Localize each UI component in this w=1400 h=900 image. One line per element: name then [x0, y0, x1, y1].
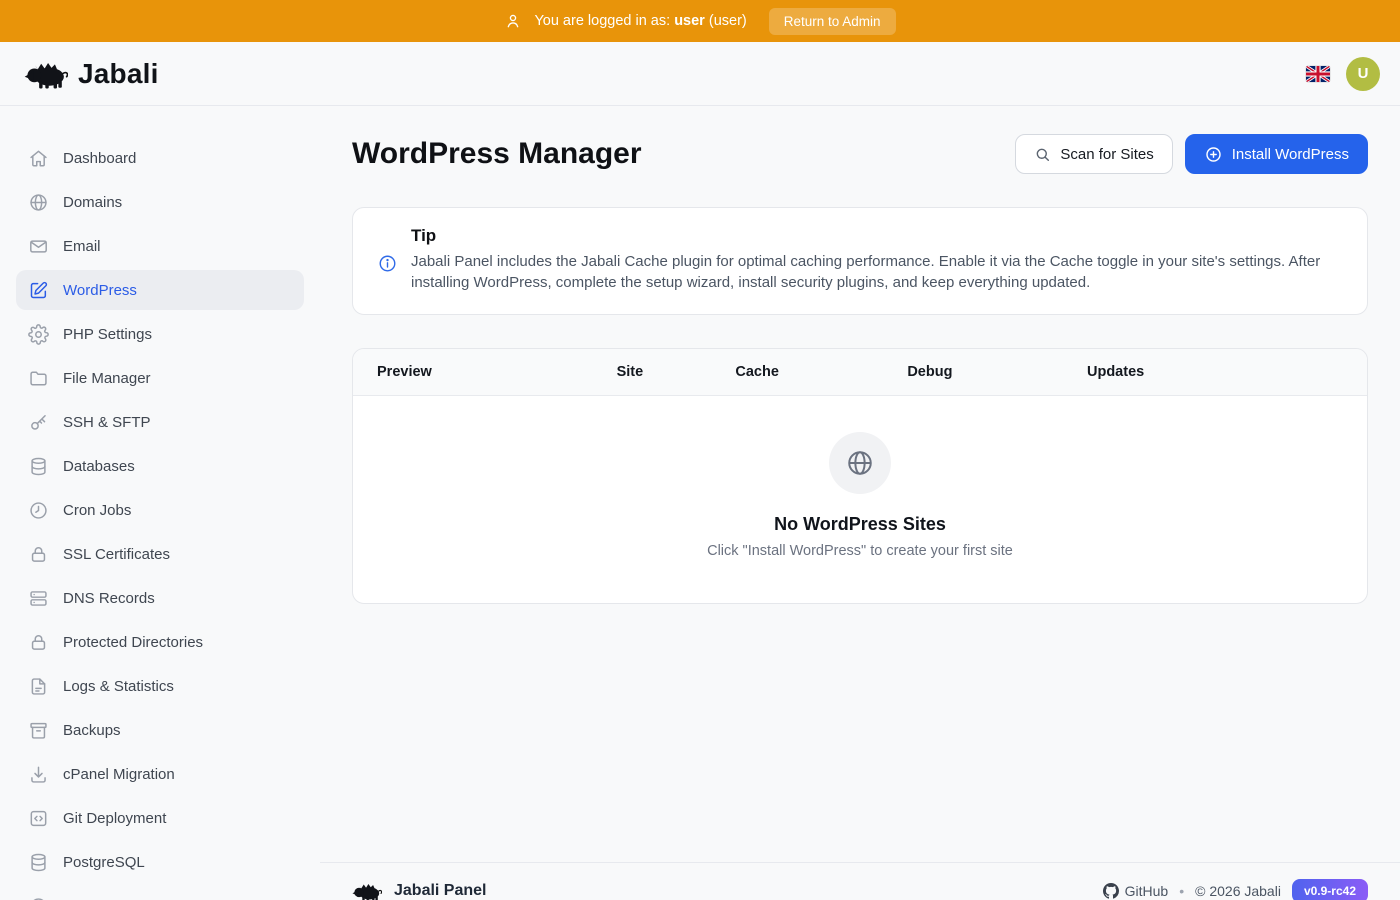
sidebar-item-partial[interactable] [16, 886, 304, 900]
scan-for-sites-button[interactable]: Scan for Sites [1015, 134, 1172, 174]
sidebar-item-php-settings[interactable]: PHP Settings [16, 314, 304, 354]
circle-icon [28, 896, 49, 900]
brand-name: Jabali [78, 58, 159, 90]
sidebar-item-file-manager[interactable]: File Manager [16, 358, 304, 398]
user-icon [504, 12, 522, 30]
version-badge: v0.9-rc42 [1292, 879, 1368, 900]
sidebar-item-cpanel-migration[interactable]: cPanel Migration [16, 754, 304, 794]
globe-icon [829, 432, 891, 494]
column-header-cache: Cache [735, 364, 907, 380]
sidebar-item-protected-directories[interactable]: Protected Directories [16, 622, 304, 662]
sidebar-item-label: SSH & SFTP [63, 414, 151, 431]
mail-icon [28, 236, 49, 257]
globe-icon [28, 192, 49, 213]
sidebar-item-label: PostgreSQL [63, 854, 145, 871]
footer-separator: • [1179, 883, 1184, 899]
column-header-site: Site [617, 364, 736, 380]
tip-title: Tip [411, 226, 1343, 246]
empty-state-subtitle: Click "Install WordPress" to create your… [707, 543, 1013, 559]
folder-icon [28, 368, 49, 389]
footer-brand: Jabali Panel [352, 881, 487, 900]
logged-in-role: (user) [709, 13, 747, 29]
user-avatar[interactable]: U [1346, 57, 1380, 91]
clock-icon [28, 500, 49, 521]
table-header-row: Preview Site Cache Debug Updates [353, 349, 1367, 396]
lock-icon [28, 544, 49, 565]
sidebar-item-label: Databases [63, 458, 135, 475]
return-to-admin-button[interactable]: Return to Admin [769, 8, 896, 35]
code-icon [28, 808, 49, 829]
sidebar-item-label: Domains [63, 194, 122, 211]
info-icon [377, 253, 398, 274]
column-header-debug: Debug [907, 364, 1087, 380]
github-icon [1103, 883, 1119, 899]
sidebar-item-label: Dashboard [63, 150, 136, 167]
wordpress-manager-page: WordPress Manager Scan for Sites Install… [320, 106, 1400, 862]
server-icon [28, 588, 49, 609]
sidebar-item-email[interactable]: Email [16, 226, 304, 266]
logged-in-username: user [674, 13, 705, 29]
sidebar-item-label: Backups [63, 722, 121, 739]
footer-brand-name: Jabali Panel [394, 882, 487, 900]
sidebar-item-label: Git Deployment [63, 810, 166, 827]
sidebar-item-databases[interactable]: Databases [16, 446, 304, 486]
uk-flag-icon[interactable] [1306, 66, 1330, 82]
column-header-updates: Updates [1087, 364, 1343, 380]
gear-icon [28, 324, 49, 345]
document-icon [28, 676, 49, 697]
sidebar-item-wordpress[interactable]: WordPress [16, 270, 304, 310]
app-footer: Jabali Panel GitHub • © 2026 Jabali v0.9… [320, 862, 1400, 900]
plus-circle-icon [1204, 145, 1223, 164]
download-icon [28, 764, 49, 785]
app-header: Jabali U [0, 42, 1400, 106]
sidebar-item-domains[interactable]: Domains [16, 182, 304, 222]
sidebar-item-postgresql[interactable]: PostgreSQL [16, 842, 304, 882]
tip-card: Tip Jabali Panel includes the Jabali Cac… [352, 207, 1368, 315]
sidebar-item-backups[interactable]: Backups [16, 710, 304, 750]
search-icon [1034, 146, 1051, 163]
page-title: WordPress Manager [352, 137, 642, 171]
home-icon [28, 148, 49, 169]
boar-logo-icon [24, 58, 68, 90]
impersonation-banner: You are logged in as: user (user) Return… [0, 0, 1400, 42]
sidebar-item-label: File Manager [63, 370, 151, 387]
brand-logo[interactable]: Jabali [24, 58, 159, 90]
sidebar-item-label: SSL Certificates [63, 546, 170, 563]
database-icon [28, 456, 49, 477]
tip-body: Jabali Panel includes the Jabali Cache p… [411, 251, 1343, 294]
sidebar-item-label: Email [63, 238, 101, 255]
sidebar-item-label: Cron Jobs [63, 502, 131, 519]
sidebar-item-git-deployment[interactable]: Git Deployment [16, 798, 304, 838]
sidebar-item-label: DNS Records [63, 590, 155, 607]
empty-state: No WordPress Sites Click "Install WordPr… [353, 396, 1367, 603]
logged-in-text: You are logged in as: user (user) [534, 13, 746, 29]
column-header-preview: Preview [377, 364, 617, 380]
sites-table: Preview Site Cache Debug Updates No Word… [352, 348, 1368, 604]
sidebar-item-cron-jobs[interactable]: Cron Jobs [16, 490, 304, 530]
sidebar-item-label: Logs & Statistics [63, 678, 174, 695]
sidebar-item-label: WordPress [63, 282, 137, 299]
sidebar-item-label: PHP Settings [63, 326, 152, 343]
sidebar-item-ssl-certificates[interactable]: SSL Certificates [16, 534, 304, 574]
key-icon [28, 412, 49, 433]
empty-state-title: No WordPress Sites [774, 514, 946, 535]
boar-logo-icon [352, 881, 382, 900]
sidebar-item-dashboard[interactable]: Dashboard [16, 138, 304, 178]
install-wordpress-button[interactable]: Install WordPress [1185, 134, 1368, 174]
sidebar-nav: Dashboard Domains Email WordPress PHP Se… [0, 106, 320, 900]
sidebar-item-label: Protected Directories [63, 634, 203, 651]
footer-copyright: © 2026 Jabali [1195, 883, 1281, 899]
lock-icon [28, 632, 49, 653]
archive-icon [28, 720, 49, 741]
database-icon [28, 852, 49, 873]
sidebar-item-logs-statistics[interactable]: Logs & Statistics [16, 666, 304, 706]
sidebar-item-ssh-sftp[interactable]: SSH & SFTP [16, 402, 304, 442]
sidebar-item-dns-records[interactable]: DNS Records [16, 578, 304, 618]
edit-icon [28, 280, 49, 301]
sidebar-item-label: cPanel Migration [63, 766, 175, 783]
github-link[interactable]: GitHub [1103, 883, 1169, 899]
